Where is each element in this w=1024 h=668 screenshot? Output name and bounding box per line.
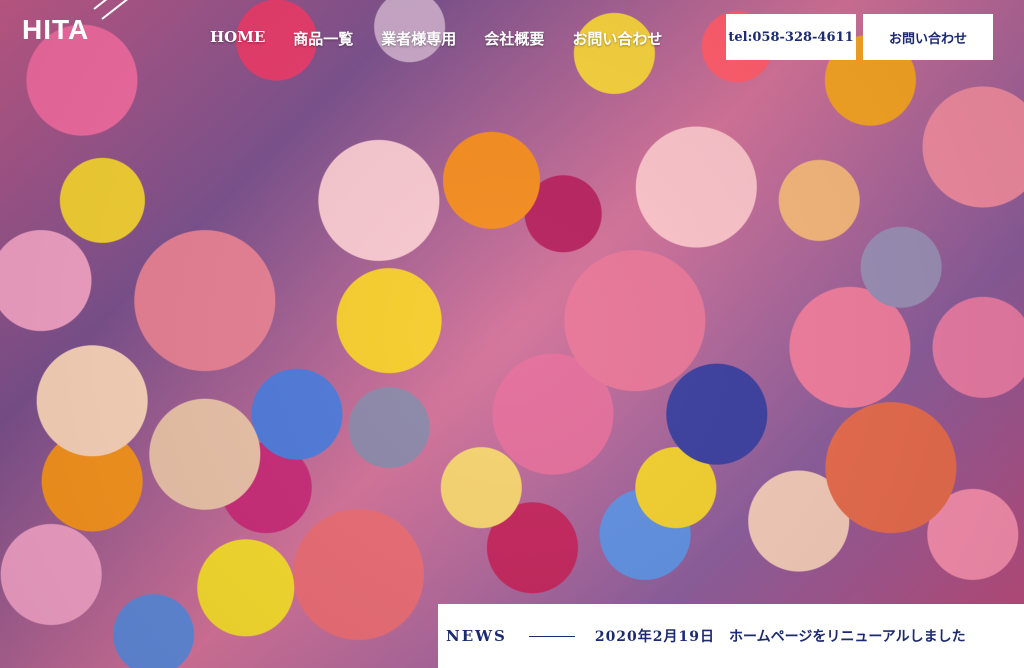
nav-home[interactable]: HOME bbox=[210, 28, 265, 49]
news-bar[interactable]: NEWS 2020年2月19日 ホームページをリニューアルしました bbox=[438, 604, 1024, 668]
news-divider bbox=[528, 635, 575, 637]
nav-products[interactable]: 商品一覧 bbox=[293, 28, 353, 49]
hero-flower-background bbox=[0, 0, 1024, 668]
tel-button[interactable]: tel:058-328-4611 bbox=[726, 14, 856, 60]
news-label: NEWS bbox=[446, 627, 507, 645]
nav-trade[interactable]: 業者様専用 bbox=[381, 28, 456, 49]
news-date: 2020年2月19日 bbox=[594, 629, 716, 645]
main-nav: HOME 商品一覧 業者様専用 会社概要 お問い合わせ bbox=[210, 28, 662, 49]
news-text[interactable]: ホームページをリニューアルしました bbox=[729, 626, 966, 646]
nav-company[interactable]: 会社概要 bbox=[484, 28, 544, 49]
nav-contact[interactable]: お問い合わせ bbox=[572, 28, 662, 49]
logo-text: HITA bbox=[22, 14, 90, 45]
site-logo[interactable]: HITA bbox=[22, 0, 150, 46]
contact-button[interactable]: お問い合わせ bbox=[863, 14, 993, 60]
